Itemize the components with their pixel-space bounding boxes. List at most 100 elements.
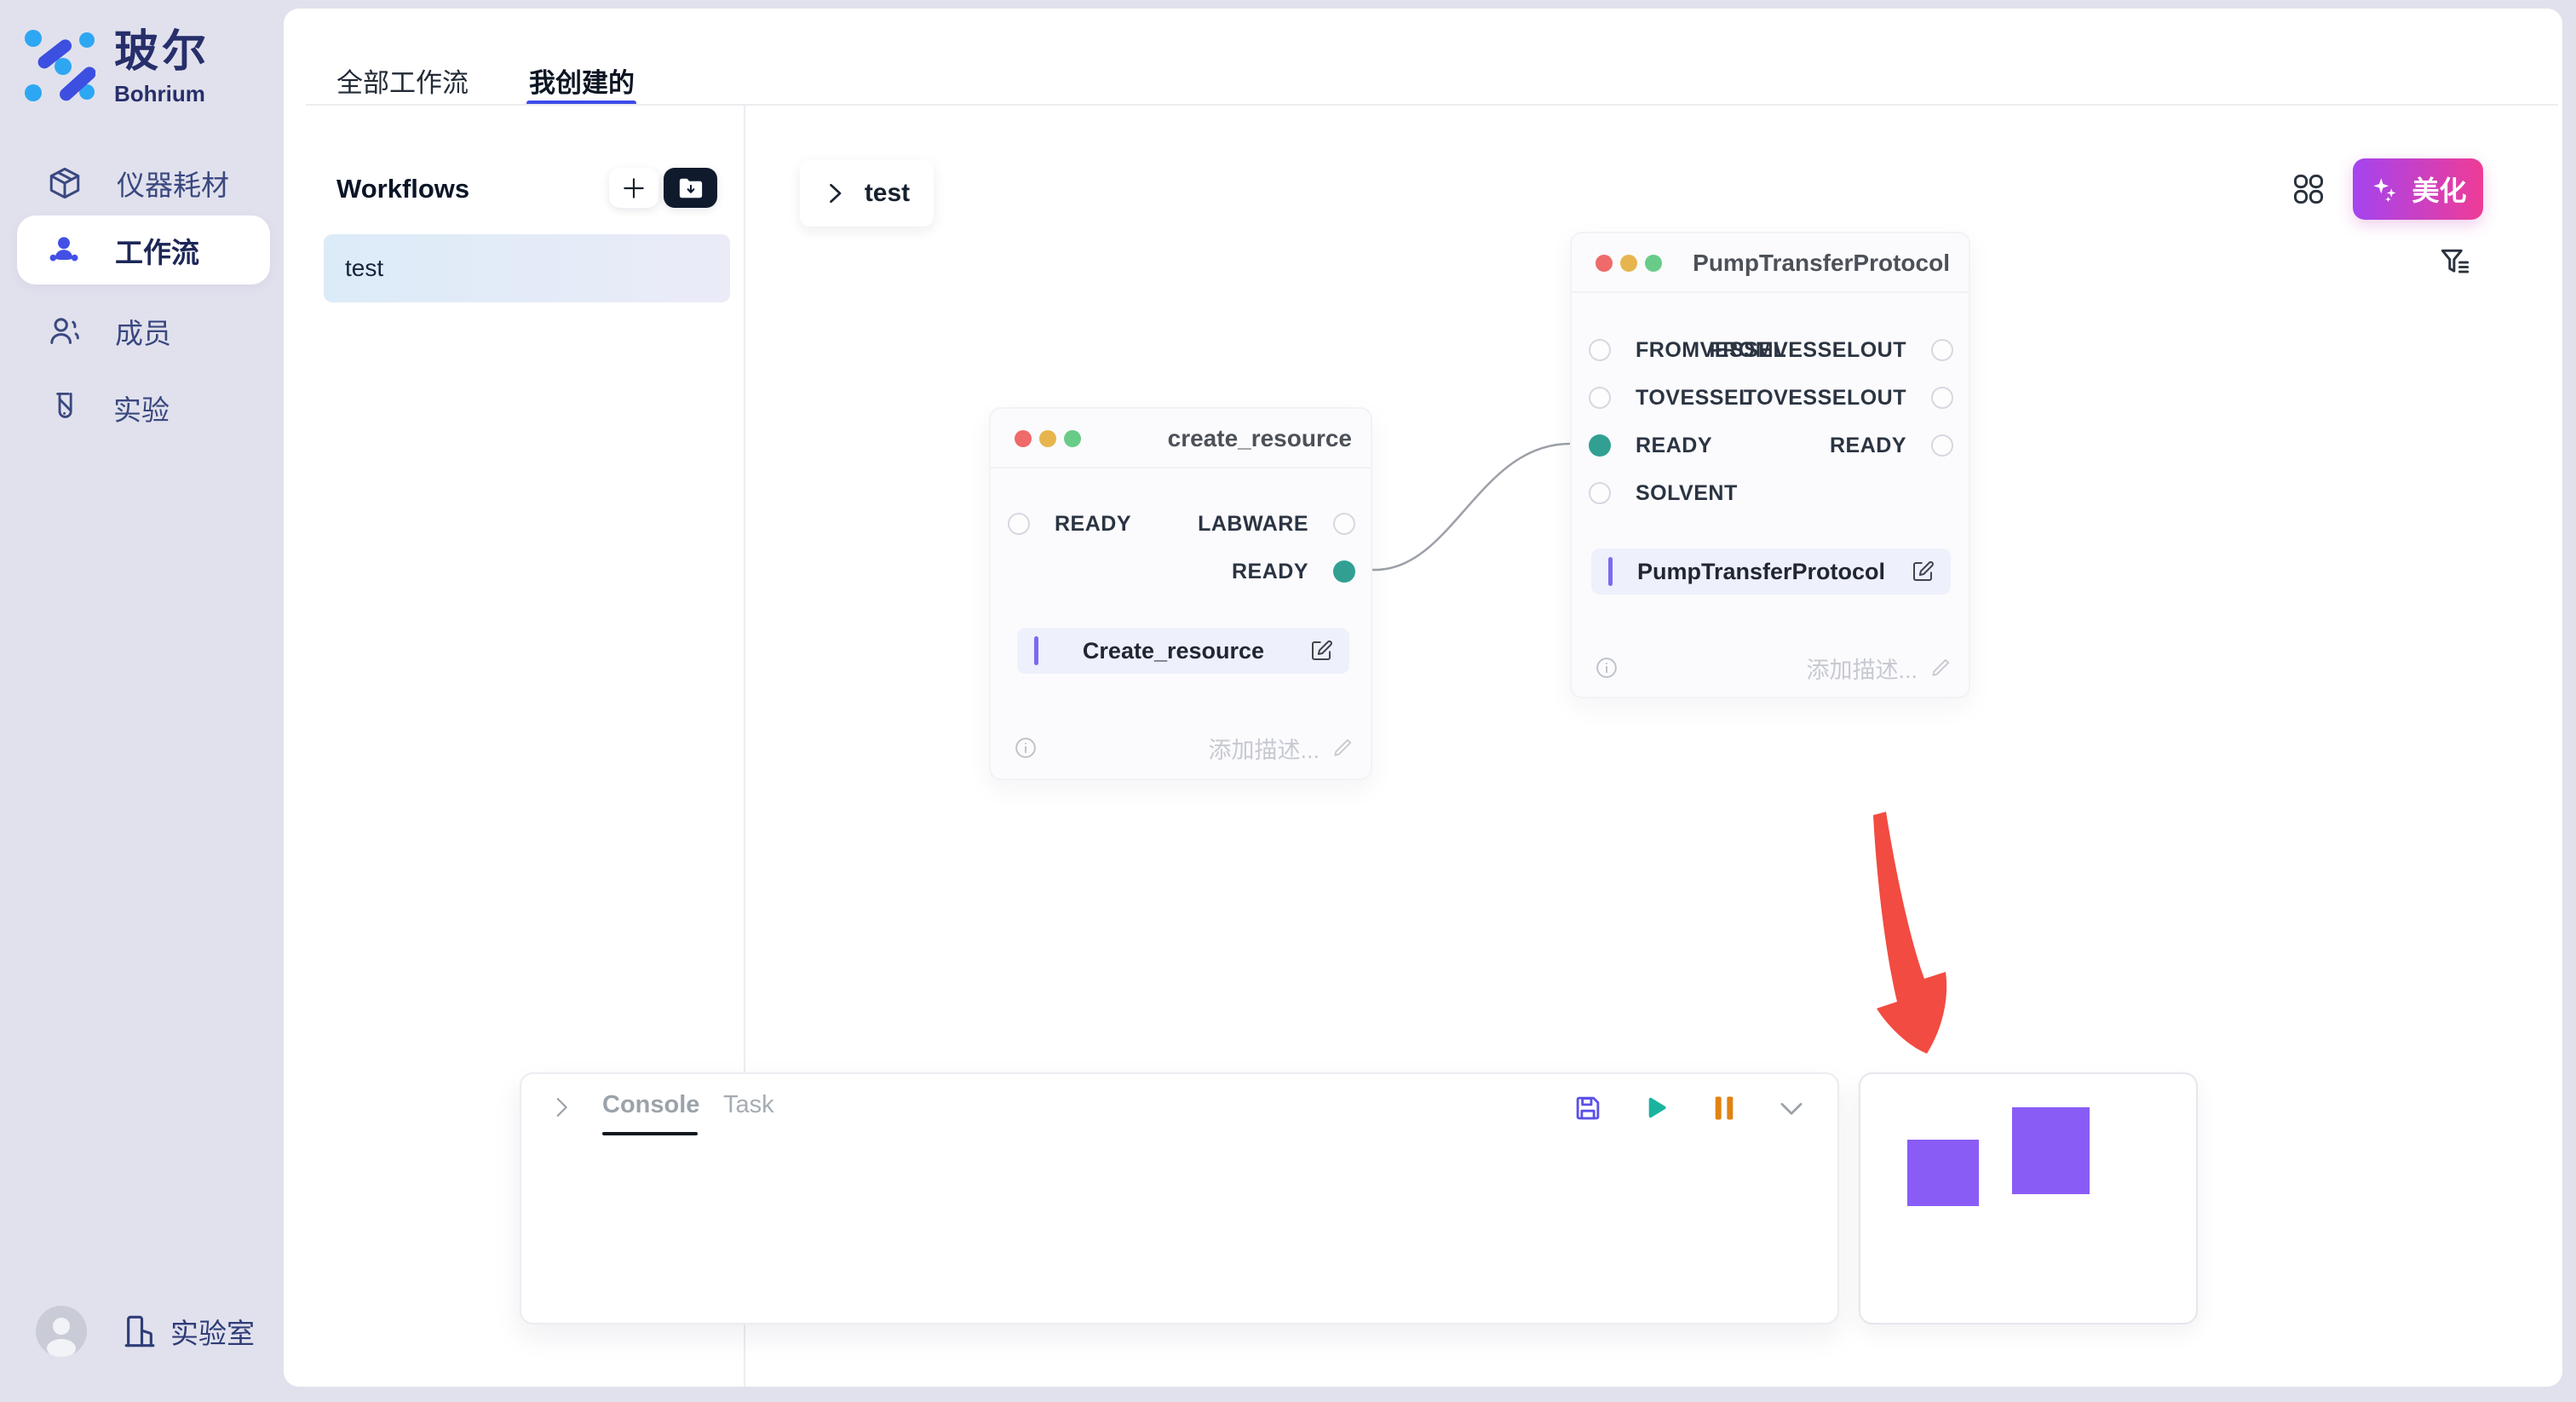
traffic-red-dot [1015, 430, 1032, 447]
port-in-solvent: SOLVENT [1589, 481, 1738, 505]
minimap-node-pump-transfer [2012, 1107, 2090, 1194]
description-field[interactable]: 添加描述... [1806, 652, 1952, 685]
lab-switcher[interactable]: 实验室 [123, 1311, 255, 1352]
port-dot-in-solvent[interactable] [1589, 482, 1611, 504]
play-button[interactable] [1639, 1092, 1671, 1124]
beautify-label: 美化 [2412, 170, 2466, 209]
traffic-yellow-dot [1039, 430, 1056, 447]
breadcrumb-workflow[interactable]: test [800, 160, 934, 227]
port-out-labware: LABWARE [1198, 512, 1355, 536]
sidebar-item-label: 仪器耗材 [117, 163, 229, 204]
port-in-ready: READY [1589, 434, 1712, 457]
info-icon[interactable] [1014, 736, 1038, 760]
edit-icon[interactable] [1910, 559, 1935, 584]
node-footer: 添加描述... [1014, 735, 1354, 761]
sparkles-icon [2369, 174, 2400, 204]
task-chip-pump-transfer[interactable]: PumpTransferProtocol [1591, 549, 1951, 595]
collapse-chevron-down-icon[interactable] [1775, 1092, 1808, 1124]
traffic-dots [1596, 255, 1662, 272]
task-chip-create-resource[interactable]: Create_resource [1017, 628, 1349, 674]
port-dot-out-ready[interactable] [1333, 560, 1355, 583]
port-out-ready: READY [1232, 560, 1355, 583]
pause-button[interactable] [1708, 1092, 1740, 1124]
description-field[interactable]: 添加描述... [1208, 732, 1354, 765]
flask-icon [47, 390, 79, 426]
minimap[interactable] [1859, 1072, 2198, 1324]
tab-created-by-me[interactable]: 我创建的 [529, 61, 635, 100]
sidebar-item-label: 成员 [115, 311, 171, 352]
brand-name-en: Bohrium [114, 81, 210, 107]
console-panel: Console Task [520, 1072, 1839, 1324]
folder-download-icon [678, 177, 704, 199]
port-out-fromvesselout: FROMVESSELOUT [1709, 338, 1953, 362]
import-workflow-button[interactable] [664, 168, 717, 208]
save-button[interactable] [1572, 1092, 1604, 1124]
traffic-green-dot [1064, 430, 1081, 447]
pencil-icon [1929, 657, 1952, 679]
port-dot-out-fromvesselout[interactable] [1931, 339, 1953, 361]
node-header: PumpTransferProtocol [1572, 233, 1969, 293]
port-in-tovessel: TOVESSEL [1589, 386, 1752, 410]
port-in-ready: READY [1008, 512, 1131, 536]
pencil-icon [1331, 737, 1354, 759]
workflow-list-item-test[interactable]: test [324, 234, 730, 302]
package-icon [47, 165, 83, 201]
add-workflow-button[interactable] [609, 168, 658, 208]
description-placeholder: 添加描述... [1806, 652, 1918, 685]
bohrium-logo-icon [24, 30, 95, 103]
plus-icon [620, 175, 647, 202]
info-icon[interactable] [1595, 656, 1619, 680]
chevron-right-icon [824, 181, 846, 206]
sidebar-item-experiment[interactable]: 实验 [17, 376, 270, 440]
description-placeholder: 添加描述... [1208, 732, 1320, 765]
edit-icon[interactable] [1308, 638, 1334, 664]
lab-label: 实验室 [170, 1311, 255, 1352]
port-dot-in-fromvessel[interactable] [1589, 339, 1611, 361]
workflow-group-icon [47, 234, 81, 267]
tab-console[interactable]: Console [602, 1091, 699, 1119]
user-avatar[interactable] [36, 1306, 87, 1357]
workflow-item-label: test [345, 255, 383, 282]
beautify-button[interactable]: 美化 [2353, 158, 2483, 220]
node-footer: 添加描述... [1595, 655, 1952, 681]
node-header: create_resource [991, 409, 1371, 468]
brand-name-zh: 玻尔 [114, 30, 210, 74]
port-dot-out-ready[interactable] [1931, 434, 1953, 457]
building-icon [123, 1313, 157, 1350]
port-dot-in-ready[interactable] [1589, 434, 1611, 457]
sidebar-item-members[interactable]: 成员 [17, 300, 270, 363]
node-pump-transfer-protocol[interactable]: PumpTransferProtocol FROMVESSEL FROMVESS… [1570, 232, 1970, 698]
node-title: create_resource [1168, 409, 1352, 468]
traffic-yellow-dot [1620, 255, 1637, 272]
tab-all-workflows[interactable]: 全部工作流 [336, 61, 469, 100]
breadcrumb-label: test [865, 179, 910, 208]
filter-button[interactable] [2436, 244, 2474, 282]
collapse-chevron-right-icon[interactable] [547, 1093, 578, 1123]
node-title: PumpTransferProtocol [1693, 233, 1950, 293]
port-out-ready: READY [1830, 434, 1953, 457]
sidebar-item-workflow[interactable]: 工作流 [17, 215, 270, 284]
traffic-dots [1015, 430, 1081, 447]
port-dot-out-tovesselout[interactable] [1931, 387, 1953, 409]
port-dot-in-tovessel[interactable] [1589, 387, 1611, 409]
node-create-resource[interactable]: create_resource READY LABWARE READY Crea… [989, 407, 1372, 780]
console-tab-underline [602, 1132, 698, 1135]
tab-task[interactable]: Task [723, 1091, 774, 1119]
minimap-node-create-resource [1907, 1140, 1979, 1206]
traffic-green-dot [1645, 255, 1662, 272]
port-dot-out-labware[interactable] [1333, 513, 1355, 535]
port-dot-in-ready[interactable] [1008, 513, 1030, 535]
workflows-panel-title: Workflows [336, 174, 469, 204]
filter-icon [2436, 244, 2474, 282]
sidebar-item-label: 工作流 [115, 230, 199, 271]
traffic-red-dot [1596, 255, 1613, 272]
brand-logo: 玻尔 Bohrium [24, 30, 210, 107]
apps-grid-icon [2290, 170, 2327, 208]
task-label: PumpTransferProtocol [1613, 559, 1910, 585]
sidebar: 玻尔 Bohrium 仪器耗材 工作流 成员 [0, 0, 284, 1402]
layout-grid-button[interactable] [2290, 170, 2327, 208]
tab-divider [306, 104, 2558, 106]
members-icon [47, 314, 81, 348]
sidebar-item-instruments[interactable]: 仪器耗材 [17, 152, 270, 215]
task-label: Create_resource [1038, 638, 1308, 664]
